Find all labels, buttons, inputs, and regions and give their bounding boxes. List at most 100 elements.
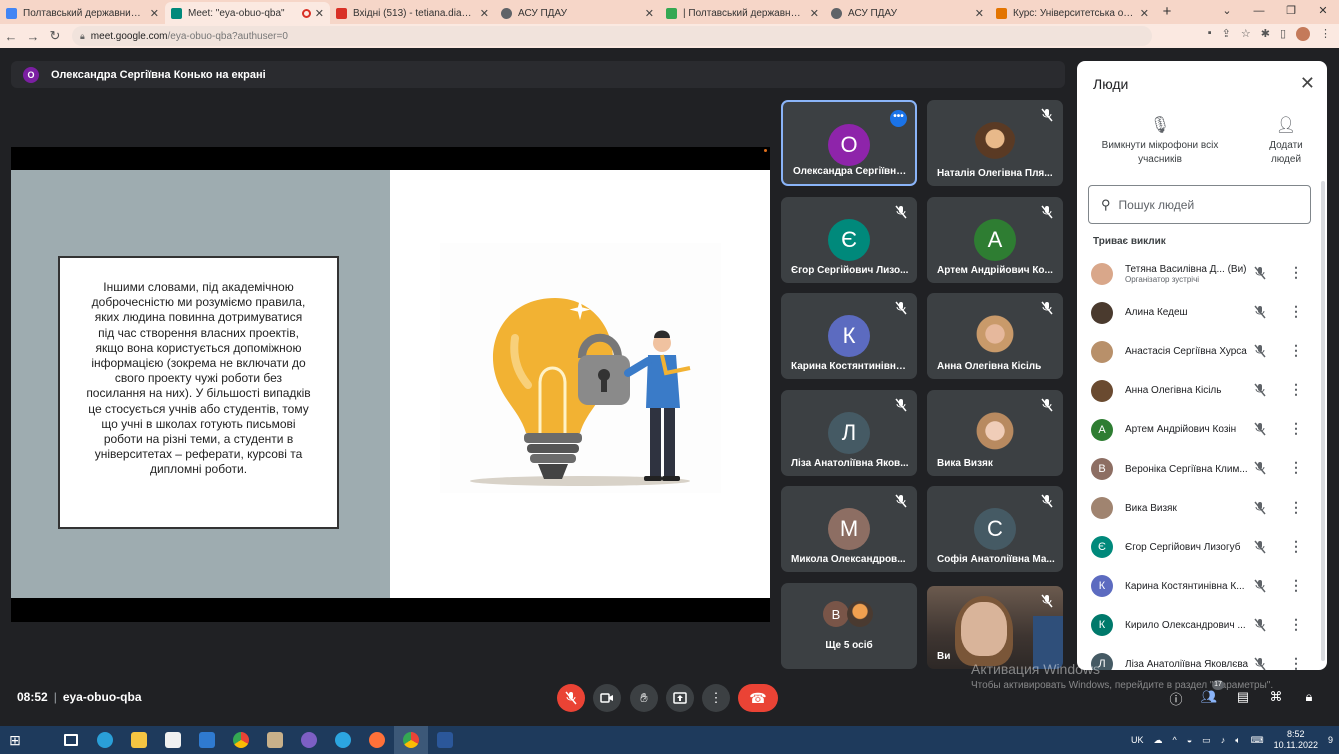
raise-hand-button[interactable]: ✋︎ <box>630 684 658 712</box>
close-panel-icon[interactable]: ✕ <box>1300 73 1315 94</box>
browser-tab[interactable]: АСУ ПДАУ ✕ <box>825 2 990 24</box>
onedrive-icon[interactable]: ☁︎ <box>1154 735 1163 746</box>
mic-tray-icon[interactable]: ♪ <box>1221 735 1226 745</box>
people-list-item[interactable]: В Вероніка Сергіївна Клим... ⋮ <box>1077 449 1327 488</box>
more-options-icon[interactable]: ⋮ <box>1289 499 1303 516</box>
more-options-icon[interactable]: ⋮ <box>1289 303 1303 320</box>
close-tab-icon[interactable]: ✕ <box>480 7 489 20</box>
participant-tile[interactable]: Вика Визяк <box>927 390 1063 476</box>
mute-all-button[interactable]: 🎙︎ Вимкнути мікрофони всіх учасників <box>1095 118 1225 167</box>
language-indicator[interactable]: UK <box>1131 735 1144 745</box>
present-screen-button[interactable] <box>666 684 694 712</box>
browser-tab[interactable]: Вхідні (513) - tetiana.diadyk@p ✕ <box>330 2 495 24</box>
bookmark-star-icon[interactable]: ☆ <box>1241 27 1251 41</box>
more-options-icon[interactable]: ⋮ <box>1289 381 1303 398</box>
meeting-details-icon[interactable]: ⓘ <box>1167 689 1185 707</box>
leave-call-button[interactable]: ☎︎ <box>738 684 778 712</box>
people-list-scrollbar[interactable] <box>1321 181 1325 661</box>
add-people-button[interactable]: 👤︎ Додати людей <box>1259 118 1313 167</box>
browser-tab[interactable]: Курс: Університетська освіта_ ✕ <box>990 2 1155 24</box>
close-tab-icon[interactable]: ✕ <box>315 7 324 20</box>
people-list-item[interactable]: Тетяна Василівна Д... (Ви) Організатор зу… <box>1077 254 1327 293</box>
task-view-icon[interactable] <box>54 726 88 754</box>
url-field[interactable]: 🔒︎ meet.google.com/eya-obuo-qba?authuser… <box>72 26 1152 46</box>
more-options-icon[interactable]: ⋮ <box>1289 655 1303 670</box>
browser-tab[interactable]: Полтавський державний аграр ✕ <box>0 2 165 24</box>
people-list-item[interactable]: К Кирило Олександрович ... ⋮ <box>1077 606 1327 645</box>
file-explorer-icon[interactable] <box>122 726 156 754</box>
people-list-item[interactable]: Вика Визяк ⋮ <box>1077 489 1327 528</box>
close-tab-icon[interactable]: ✕ <box>810 7 819 20</box>
extensions-icon[interactable]: ✱ <box>1261 27 1270 41</box>
close-window-button[interactable]: ✕ <box>1307 0 1339 22</box>
participant-tile[interactable]: К Карина Костянтинівна... <box>781 293 917 379</box>
more-options-icon[interactable]: ⋮ <box>1289 264 1303 281</box>
close-tab-icon[interactable]: ✕ <box>150 7 159 20</box>
participant-tile[interactable]: С Софія Анатоліївна Ма... <box>927 486 1063 572</box>
more-options-icon[interactable]: ⋮ <box>1289 342 1303 359</box>
people-list-item[interactable]: Є Єгор Сергійович Лизогуб ⋮ <box>1077 528 1327 567</box>
system-clock[interactable]: 8:52 10.11.2022 <box>1274 729 1318 751</box>
more-participants-tile[interactable]: В Ще 5 осіб <box>781 583 917 669</box>
menu-icon[interactable]: ⋮ <box>1320 27 1331 41</box>
telegram-icon[interactable] <box>326 726 360 754</box>
notifications-badge[interactable]: 9 <box>1328 735 1333 745</box>
more-options-icon[interactable]: ⋮ <box>1289 538 1303 555</box>
participant-tile[interactable]: Л Ліза Анатоліївна Яков... <box>781 390 917 476</box>
host-controls-icon[interactable]: 🔒︎ <box>1300 689 1318 707</box>
people-icon[interactable]: 👥︎ <box>1200 689 1218 707</box>
volume-icon[interactable]: 🔈︎ <box>1235 735 1240 746</box>
more-options-button[interactable]: ⋮ <box>702 684 730 712</box>
close-tab-icon[interactable]: ✕ <box>975 7 984 20</box>
more-options-icon[interactable]: ⋮ <box>1289 577 1303 594</box>
restore-button[interactable]: ❐ <box>1275 0 1307 22</box>
minimize-button[interactable]: — <box>1243 0 1275 22</box>
participant-tile[interactable]: А Артем Андрійович Ко... <box>927 197 1063 283</box>
camera-tray-icon[interactable]: ▭ <box>1202 735 1211 746</box>
reload-icon[interactable]: ↻ <box>44 28 66 44</box>
edge-icon[interactable] <box>88 726 122 754</box>
search-icon[interactable] <box>30 726 54 754</box>
store-icon[interactable] <box>156 726 190 754</box>
forward-icon[interactable]: → <box>22 29 44 44</box>
more-options-icon[interactable]: ⋮ <box>1289 616 1303 633</box>
self-video-tile[interactable]: Ви <box>927 586 1063 669</box>
mic-toggle-button[interactable] <box>557 684 585 712</box>
people-list-item[interactable]: Анна Олегівна Кісіль ⋮ <box>1077 371 1327 410</box>
mail-icon[interactable] <box>190 726 224 754</box>
search-people-input[interactable]: ⚲ Пошук людей <box>1088 185 1311 224</box>
chat-icon[interactable]: ▤ <box>1234 689 1252 707</box>
windows-start-icon[interactable]: ⊞ <box>0 732 30 749</box>
camera-in-use-icon[interactable]: ▪ <box>1208 27 1212 41</box>
word-icon[interactable] <box>428 726 462 754</box>
chrome-active-icon[interactable] <box>394 726 428 754</box>
people-list-item[interactable]: Анастасія Сергіївна Хурса ⋮ <box>1077 332 1327 371</box>
participant-tile[interactable]: Наталія Олегівна Пля... <box>927 100 1063 186</box>
people-list-item[interactable]: К Карина Костянтинівна К... ⋮ <box>1077 567 1327 606</box>
more-options-icon[interactable]: ⋮ <box>1289 459 1303 476</box>
close-tab-icon[interactable]: ✕ <box>645 7 654 20</box>
browser-tab-active[interactable]: Meet: "eya-obuo-qba" ✕ <box>165 2 330 24</box>
more-options-icon[interactable]: ⋮ <box>1289 420 1303 437</box>
close-tab-icon[interactable]: ✕ <box>1140 7 1149 20</box>
new-tab-button[interactable]: + <box>1155 2 1179 24</box>
camera-toggle-button[interactable] <box>593 684 621 712</box>
tab-search-icon[interactable]: ⌄ <box>1211 0 1243 22</box>
participant-tile[interactable]: О ••• Олександра Сергіївна... <box>781 100 917 186</box>
participant-tile[interactable]: Анна Олегівна Кісіль <box>927 293 1063 379</box>
back-icon[interactable]: ← <box>0 29 22 44</box>
people-list-item[interactable]: Алина Кедеш ⋮ <box>1077 293 1327 332</box>
network-icon[interactable]: ◒ <box>1187 735 1192 745</box>
meeting-code[interactable]: eya-obuo-qba <box>63 690 142 704</box>
profile-avatar[interactable] <box>1296 27 1310 41</box>
people-list-item[interactable]: А Артем Андрійович Козін ⋮ <box>1077 410 1327 449</box>
participant-tile[interactable]: М Микола Олександров... <box>781 486 917 572</box>
sidepanel-icon[interactable]: ▯ <box>1280 27 1286 41</box>
more-options-icon[interactable]: ••• <box>890 110 907 127</box>
chrome-icon[interactable] <box>224 726 258 754</box>
share-icon[interactable]: ⇪ <box>1222 27 1231 41</box>
paint-icon[interactable] <box>258 726 292 754</box>
browser-tab[interactable]: АСУ ПДАУ ✕ <box>495 2 660 24</box>
browser-tab[interactable]: | Полтавський державний агра ✕ <box>660 2 825 24</box>
viber-icon[interactable] <box>292 726 326 754</box>
